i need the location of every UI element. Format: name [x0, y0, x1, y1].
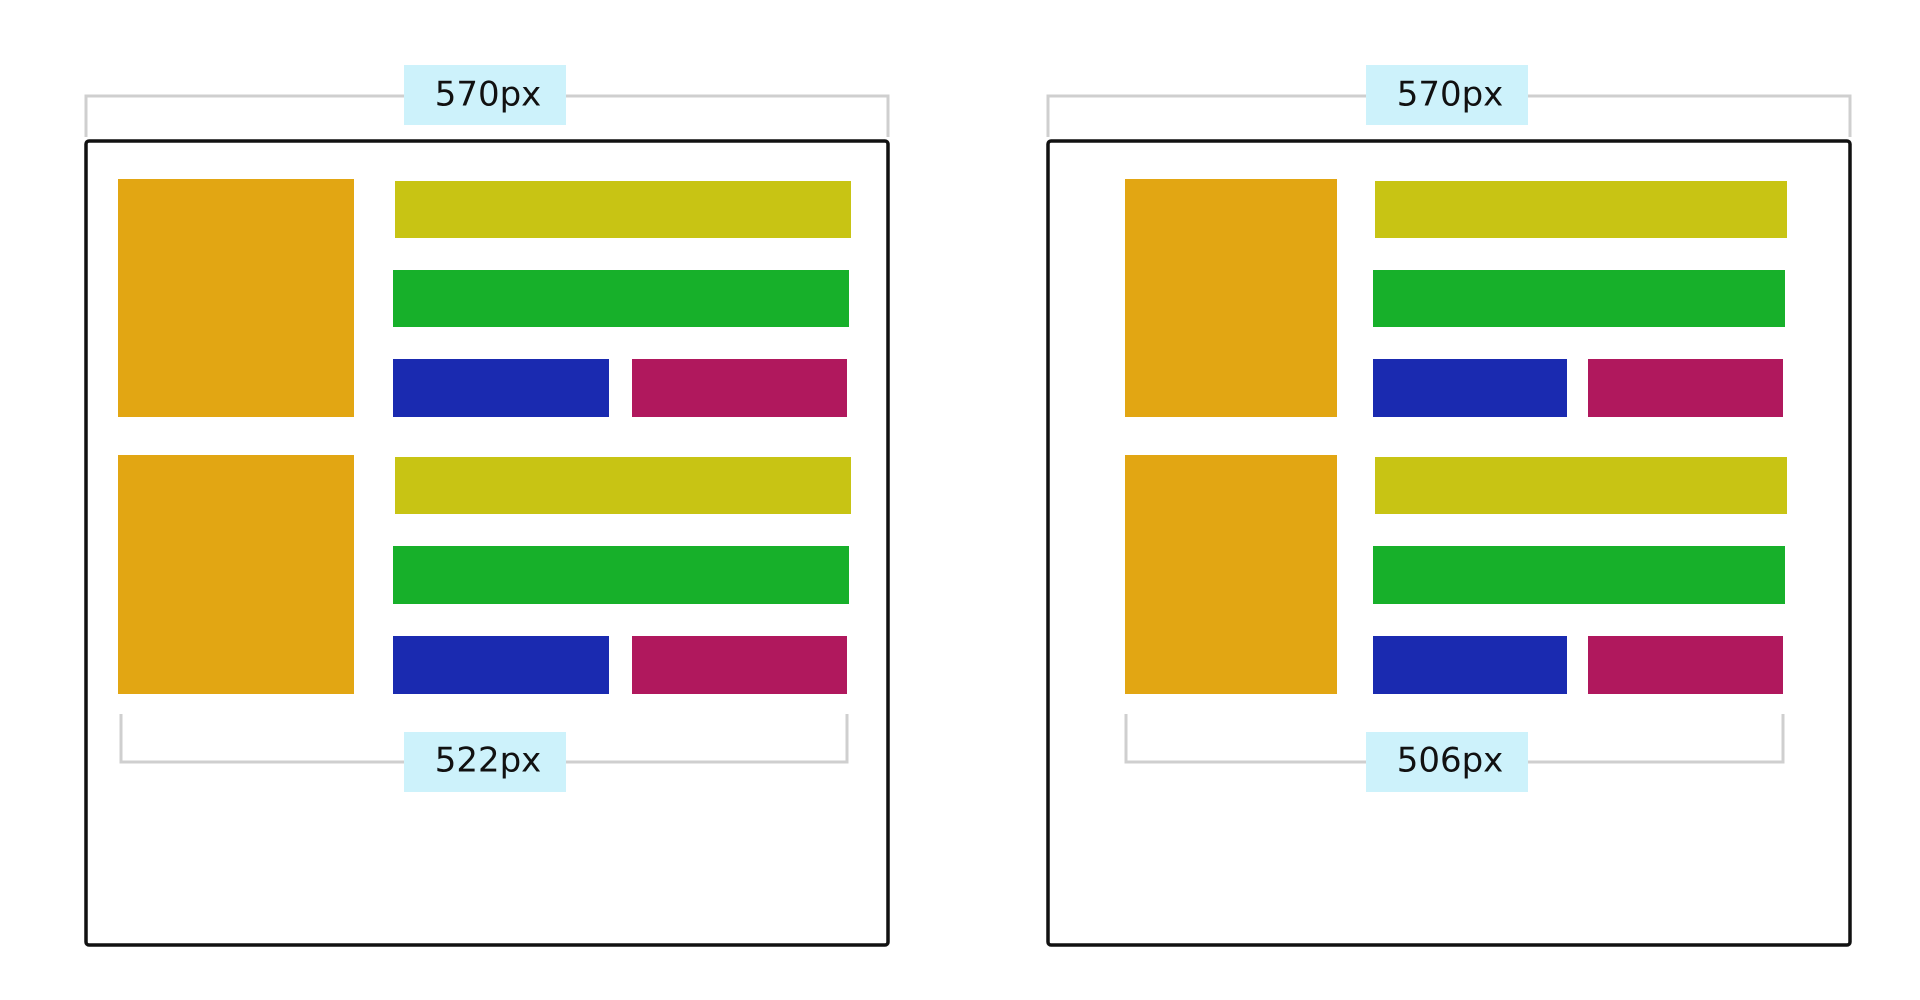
bar-blue [1373, 359, 1567, 417]
bar-green [393, 546, 849, 604]
bar-magenta [1588, 359, 1783, 417]
bar-green [1373, 270, 1785, 327]
panel-right: 570px 506px [1046, 65, 1852, 947]
bar-yellow [1375, 181, 1787, 238]
bar-blue [393, 359, 609, 417]
bar-yellow [1375, 457, 1787, 514]
bar-green [1373, 546, 1785, 604]
outer-width-label: 570px [1397, 75, 1504, 115]
image-block [1125, 455, 1337, 694]
bar-magenta [1588, 636, 1783, 694]
bar-yellow [395, 457, 851, 514]
bar-green [393, 270, 849, 327]
inner-width-label: 522px [435, 741, 542, 781]
bar-magenta [632, 636, 847, 694]
image-block [118, 179, 354, 417]
content-row [118, 455, 851, 694]
inner-width-label: 506px [1397, 741, 1504, 781]
image-block [118, 455, 354, 694]
image-block [1125, 179, 1337, 417]
bar-magenta [632, 359, 847, 417]
content-row [118, 179, 851, 417]
bar-blue [1373, 636, 1567, 694]
panel-left: 570px 522px [84, 65, 890, 947]
bar-blue [393, 636, 609, 694]
content-row [1125, 179, 1787, 417]
layout-comparison-diagram: 570px 522px 570px 506px [84, 65, 1852, 947]
outer-width-label: 570px [435, 75, 542, 115]
bar-yellow [395, 181, 851, 238]
content-row [1125, 455, 1787, 694]
